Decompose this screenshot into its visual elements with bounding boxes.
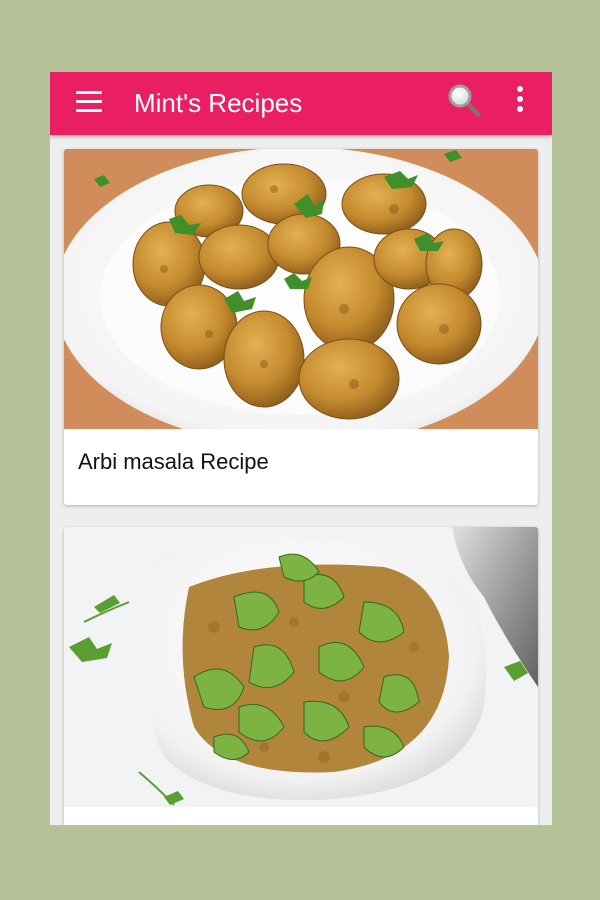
more-options-icon[interactable] (512, 86, 528, 114)
recipe-card[interactable]: Arbi masala Recipe (64, 149, 538, 505)
app-bar: Mint's Recipes (50, 72, 552, 135)
app-title: Mint's Recipes (134, 88, 303, 118)
hamburger-menu-icon[interactable] (76, 89, 102, 115)
recipe-list[interactable]: Arbi masala Recipe (50, 135, 552, 825)
recipe-card[interactable] (64, 527, 538, 825)
app-screen: Mint's Recipes Arbi masala Recipe (50, 72, 552, 825)
search-icon[interactable] (446, 82, 482, 118)
recipe-title: Arbi masala Recipe (78, 449, 269, 474)
recipe-image-capsicum (64, 527, 538, 807)
recipe-image-arbi-masala (64, 149, 538, 447)
